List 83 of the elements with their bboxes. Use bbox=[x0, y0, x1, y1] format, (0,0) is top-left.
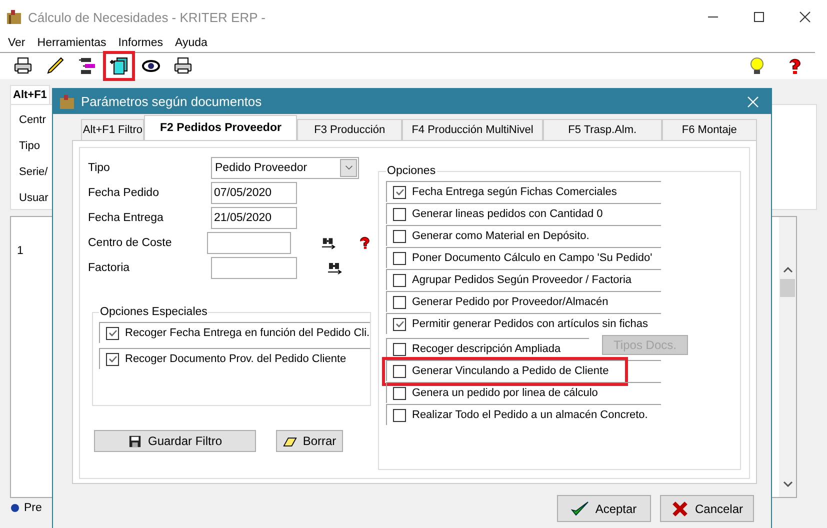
scroll-thumb[interactable] bbox=[780, 279, 795, 297]
checkbox[interactable] bbox=[393, 252, 406, 264]
printer-icon[interactable] bbox=[13, 56, 33, 76]
row-number: 1 bbox=[17, 245, 24, 257]
scroll-up-icon[interactable] bbox=[782, 267, 792, 273]
app-icon bbox=[6, 9, 22, 25]
maximize-icon[interactable] bbox=[753, 11, 765, 23]
tab[interactable]: F4 Producción MultiNivel bbox=[402, 119, 543, 140]
tab[interactable]: F3 Producción bbox=[297, 119, 402, 140]
floppy-icon bbox=[128, 434, 142, 448]
field-label: Fecha Entrega bbox=[88, 212, 164, 224]
input-field[interactable] bbox=[211, 256, 297, 278]
field-label: Fecha Pedido bbox=[88, 186, 160, 198]
menu-item[interactable]: Herramientas bbox=[37, 37, 106, 49]
checkbox[interactable] bbox=[393, 318, 406, 330]
option-label: Recoger Fecha Entrega en función del Pedido Cli. bbox=[125, 327, 370, 339]
tree-icon[interactable] bbox=[77, 56, 97, 76]
dialog-title: Parámetros según documentos bbox=[81, 94, 262, 109]
footer-text: Pre bbox=[24, 502, 42, 514]
checkbox[interactable] bbox=[393, 408, 406, 422]
field-label: Centro de Coste bbox=[88, 236, 173, 248]
action-button[interactable]: Guardar Filtro bbox=[94, 430, 256, 452]
option-label: Fecha Entrega según Fichas Comerciales bbox=[412, 186, 617, 198]
documents-icon[interactable] bbox=[109, 56, 129, 76]
menu-item[interactable]: Ver bbox=[8, 37, 26, 49]
check-icon bbox=[394, 319, 404, 329]
checkbox[interactable] bbox=[393, 296, 406, 308]
menu-item[interactable]: Ayuda bbox=[175, 37, 208, 49]
check-icon bbox=[108, 354, 118, 364]
dialog-button[interactable]: Aceptar bbox=[557, 495, 651, 522]
field-label: Tipo bbox=[88, 162, 111, 174]
tab[interactable]: F2 Pedidos Proveedor bbox=[144, 115, 298, 140]
option-label: Poner Documento Cálculo en Campo 'Su Pedido' bbox=[412, 252, 652, 264]
input-field[interactable]: 21/05/2020 bbox=[211, 206, 297, 228]
checkbox[interactable] bbox=[106, 352, 119, 366]
tab[interactable]: Alt+F1 Filtro bbox=[81, 119, 144, 140]
checkbox[interactable] bbox=[393, 342, 406, 356]
checkbox[interactable] bbox=[393, 186, 406, 198]
close-icon[interactable] bbox=[799, 11, 811, 23]
field-label: Centr bbox=[19, 113, 46, 127]
tab[interactable]: F6 Montaje bbox=[662, 119, 757, 140]
app-icon bbox=[59, 94, 75, 110]
window-title: Cálculo de Necesidades - KRITER ERP - bbox=[28, 10, 266, 24]
printer-icon[interactable] bbox=[173, 56, 193, 76]
menu-item[interactable]: Informes bbox=[118, 37, 164, 49]
checkbox[interactable] bbox=[106, 326, 119, 340]
field-label: Serie/ bbox=[19, 165, 48, 179]
eraser-icon bbox=[282, 434, 297, 448]
field-label: Tipo bbox=[19, 139, 40, 153]
check-icon bbox=[394, 187, 404, 197]
option-label: Generar lineas pedidos con Cantidad 0 bbox=[412, 208, 603, 220]
tab[interactable]: Alt+F1 bbox=[10, 85, 50, 104]
scroll-down-icon[interactable] bbox=[782, 481, 792, 487]
pencil-icon[interactable] bbox=[45, 56, 65, 76]
checkbox[interactable] bbox=[393, 230, 406, 242]
checkbox[interactable] bbox=[393, 274, 406, 286]
bullet-icon bbox=[10, 503, 20, 513]
type-dropdown[interactable]: Pedido Proveedor bbox=[211, 156, 359, 178]
option-label: Generar como Material en Depósito. bbox=[412, 230, 590, 242]
input-field[interactable]: 07/05/2020 bbox=[211, 182, 297, 204]
check-icon bbox=[108, 328, 118, 338]
option-label: Agrupar Pedidos Según Proveedor / Factoria bbox=[412, 274, 632, 286]
group-title: Opciones bbox=[386, 165, 437, 177]
option-label: Generar Pedido por Proveedor/Almacén bbox=[412, 296, 608, 308]
chevron-down-icon bbox=[344, 165, 352, 170]
checkbox[interactable] bbox=[393, 208, 406, 220]
input-field[interactable] bbox=[207, 232, 291, 254]
tab[interactable]: F5 Trasp.Alm. bbox=[542, 119, 662, 140]
option-label: Genera un pedido por linea de cálculo bbox=[412, 387, 598, 399]
help-icon[interactable] bbox=[358, 236, 372, 250]
dialog-button[interactable]: Cancelar bbox=[660, 495, 754, 522]
cross-icon bbox=[670, 500, 689, 518]
group-title: Opciones Especiales bbox=[99, 306, 208, 318]
field-label: Factoria bbox=[88, 262, 131, 274]
checkbox[interactable] bbox=[393, 364, 406, 378]
option-label: Generar Vinculando a Pedido de Cliente bbox=[412, 365, 609, 377]
field-label: Usuar bbox=[19, 191, 48, 205]
option-label: Recoger descripción Ampliada bbox=[412, 343, 561, 355]
option-label: Realizar Todo el Pedido a un almacén Concreto. bbox=[412, 409, 648, 421]
option-label: Permitir generar Pedidos con artículos sin fichas bbox=[412, 318, 648, 330]
option-label: Recoger Documento Prov. del Pedido Cliente bbox=[125, 353, 346, 365]
action-button[interactable]: Borrar bbox=[276, 430, 343, 452]
checkbox[interactable] bbox=[393, 386, 406, 400]
